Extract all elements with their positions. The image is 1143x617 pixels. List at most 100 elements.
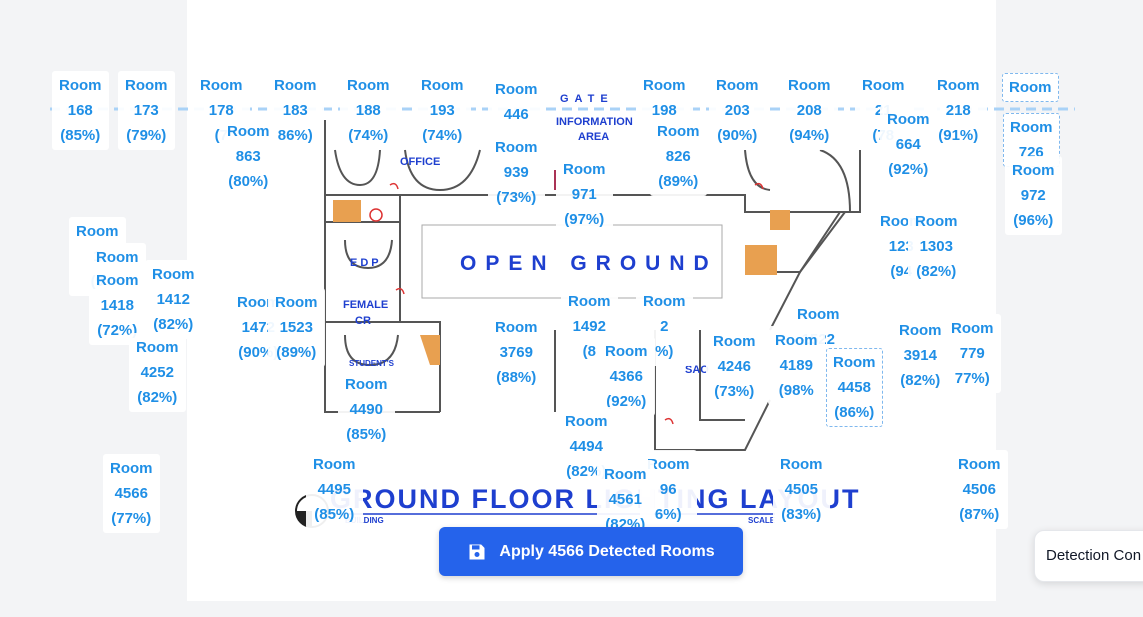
room-number: 4490 [349, 401, 383, 418]
room-number: 193 [429, 102, 455, 119]
room-number: 779 [959, 345, 985, 362]
room-confidence: (88%) [496, 369, 537, 386]
room-number: 1492 [572, 318, 606, 335]
room-number: 4494 [569, 438, 603, 455]
room-confidence: (97%) [564, 211, 605, 228]
room-word: Room [937, 77, 980, 94]
room-word: Room [797, 306, 840, 323]
room-number: 183 [282, 102, 308, 119]
room-word: Room [227, 123, 270, 140]
room-label[interactable]: Room 173 (79%) [118, 71, 175, 150]
room-confidence: (86%) [834, 404, 875, 421]
room-word: Room [565, 413, 608, 430]
room-label[interactable]: Room 4366 (92%) [598, 337, 655, 416]
room-word: Room [657, 123, 700, 140]
room-word: Room [713, 333, 756, 350]
room-label[interactable]: Room 1303 (82%) [908, 207, 965, 286]
room-label[interactable]: Room 971 (97%) [556, 155, 613, 234]
room-label[interactable]: Room 1523 (89%) [268, 288, 325, 367]
room-word: Room [200, 77, 243, 94]
room-confidence: (89%) [276, 344, 317, 361]
room-confidence: (90%) [717, 127, 758, 144]
room-word: Room [604, 466, 647, 483]
room-word: Room [274, 77, 317, 94]
room-label[interactable]: Room 188 (74%) [340, 71, 397, 150]
room-label[interactable]: Room 218 (91%) [930, 71, 987, 150]
area-label: AREA [578, 131, 609, 143]
room-label[interactable]: Room 939 (73%) [488, 133, 545, 212]
room-number: 664 [895, 136, 921, 153]
room-number: 2 [660, 318, 669, 335]
apply-detected-rooms-button[interactable]: Apply 4566 Detected Rooms [439, 527, 743, 576]
information-label: INFORMATION [556, 116, 633, 128]
room-number: 4566 [114, 485, 148, 502]
room-word: Room [345, 376, 388, 393]
detection-controls-panel[interactable]: Detection Con [1034, 530, 1143, 582]
room-label[interactable]: Room 4246 (73%) [706, 327, 763, 406]
room-number: 1418 [100, 297, 134, 314]
room-label[interactable]: Room 3769 (88%) [488, 313, 545, 392]
room-word: Room [495, 81, 538, 98]
room-label[interactable]: Room 208 (94%) [781, 71, 838, 150]
room-label[interactable]: Room 3914 (82%) [892, 316, 949, 395]
room-number: 4505 [784, 481, 818, 498]
room-label[interactable]: Room 4252 (82%) [129, 333, 186, 412]
room-number: 826 [665, 148, 691, 165]
room-number: 4458 [837, 379, 871, 396]
office-label: OFFICE [400, 156, 440, 168]
room-word: Room [643, 293, 686, 310]
room-number: 939 [503, 164, 529, 181]
room-word: Room [788, 77, 831, 94]
cr-label: CR [355, 315, 371, 327]
room-word: Room [495, 139, 538, 156]
room-label[interactable]: Room [1002, 73, 1059, 102]
room-confidence: 77%) [954, 370, 990, 387]
room-number: 972 [1020, 187, 1046, 204]
edp-label: EDP [350, 257, 382, 269]
room-label[interactable]: Room 664 (92%) [880, 105, 937, 184]
room-label[interactable]: Room 1412 (82%) [145, 260, 202, 339]
room-confidence: (82%) [137, 389, 178, 406]
room-label[interactable]: Room 168 (85%) [52, 71, 109, 150]
room-word: Room [780, 456, 823, 473]
room-word: Room [136, 339, 179, 356]
room-label[interactable]: Room 4566 (77%) [103, 454, 160, 533]
room-label[interactable]: Room 779 77%) [944, 314, 1001, 393]
room-label[interactable]: Room 4490 (85%) [338, 370, 395, 449]
room-label[interactable]: Room 4506 (87%) [951, 450, 1008, 529]
room-number: 4252 [140, 364, 174, 381]
room-label[interactable]: Room 4189 (98% [768, 326, 825, 405]
room-confidence: (83%) [781, 506, 822, 523]
room-word: Room [568, 293, 611, 310]
room-number: 1303 [919, 238, 953, 255]
female-label: FEMALE [343, 299, 388, 311]
room-label[interactable]: Room 826 (89%) [650, 117, 707, 196]
room-number: 1523 [279, 319, 313, 336]
room-word: Room [96, 272, 139, 289]
room-word: Room [421, 77, 464, 94]
room-confidence: 86%) [277, 127, 313, 144]
room-word: Room [951, 320, 994, 337]
gate-label: GATE [560, 93, 614, 105]
room-word: Room [125, 77, 168, 94]
room-label[interactable]: Room 203 (90%) [709, 71, 766, 150]
room-word: Room [76, 223, 119, 240]
room-label[interactable]: Room 4505 (83%) [773, 450, 830, 529]
room-number: 4561 [608, 491, 642, 508]
room-word: Room [862, 77, 905, 94]
room-label[interactable]: Room 4495 (85%) [306, 450, 363, 529]
room-number: 4366 [609, 368, 643, 385]
room-label[interactable]: Room 4458 (86%) [826, 348, 883, 427]
students-label: STUDENT'S [349, 359, 395, 368]
room-label[interactable]: Room 863 (80%) [220, 117, 277, 196]
room-confidence: (73%) [496, 189, 537, 206]
room-label[interactable]: Room 972 (96%) [1005, 156, 1062, 235]
room-confidence: (87%) [959, 506, 1000, 523]
room-word: Room [1010, 119, 1053, 136]
room-number: 173 [133, 102, 159, 119]
room-number: 203 [724, 102, 750, 119]
room-label[interactable]: Room 193 (74%) [414, 71, 471, 150]
room-number: 218 [945, 102, 971, 119]
room-label[interactable]: Room 446 [488, 75, 545, 129]
room-confidence: (89%) [658, 173, 699, 190]
